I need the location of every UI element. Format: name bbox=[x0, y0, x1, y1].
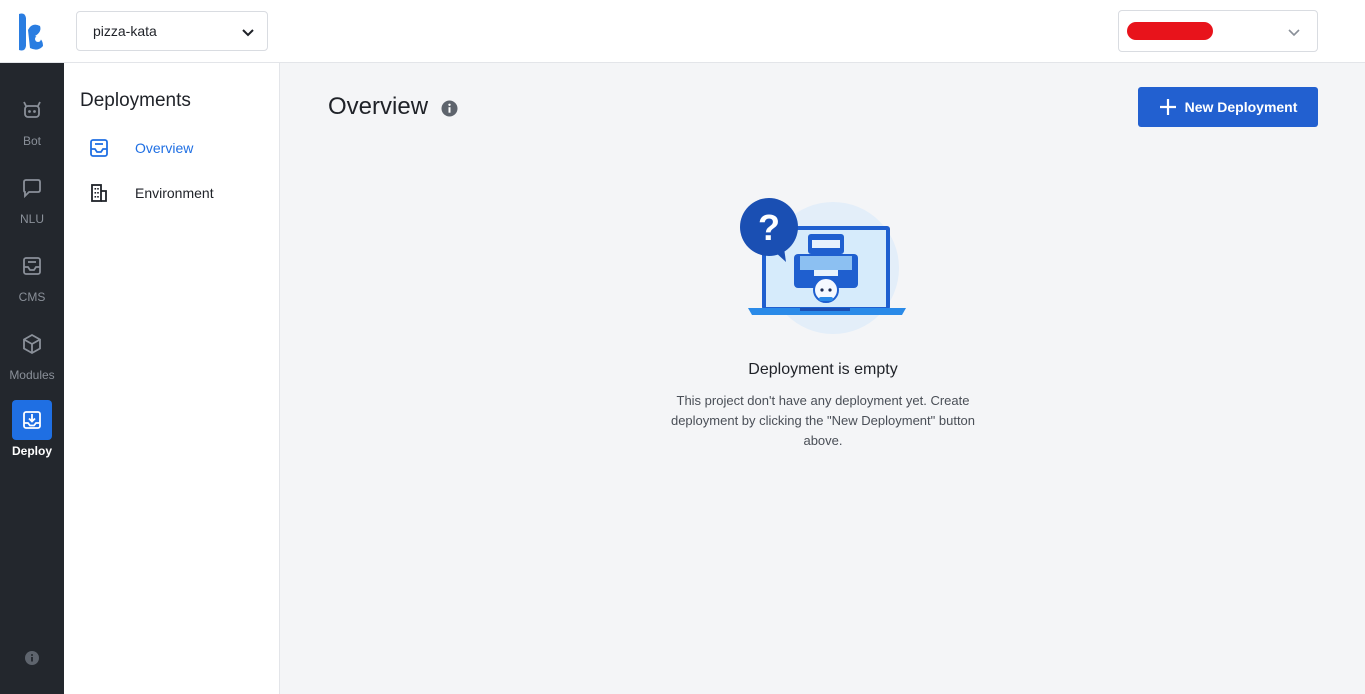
empty-deployment-illustration: ? bbox=[740, 198, 906, 334]
sidebar-item-label: Overview bbox=[135, 140, 194, 156]
rail-item-modules[interactable]: Modules bbox=[0, 324, 64, 394]
new-deployment-label: New Deployment bbox=[1184, 99, 1298, 115]
chevron-down-icon bbox=[1288, 29, 1300, 37]
info-icon[interactable] bbox=[25, 651, 39, 665]
rail-item-label: CMS bbox=[18, 290, 46, 304]
sidebar-item-environment[interactable]: Environment bbox=[80, 179, 270, 207]
sidebar-item-overview[interactable]: Overview bbox=[80, 134, 270, 162]
project-select-value: pizza-kata bbox=[93, 23, 157, 39]
user-menu[interactable] bbox=[1118, 10, 1318, 52]
svg-text:?: ? bbox=[758, 207, 780, 248]
rail-item-bot[interactable]: Bot bbox=[0, 90, 64, 160]
plus-icon bbox=[1159, 99, 1176, 115]
main-navigation-rail: Bot NLU CMS Modules Deploy bbox=[0, 63, 64, 694]
new-deployment-button[interactable]: New Deployment bbox=[1138, 87, 1318, 127]
overview-icon bbox=[90, 139, 108, 157]
rail-item-cms[interactable]: CMS bbox=[0, 246, 64, 316]
rail-item-label: Deploy bbox=[11, 444, 52, 458]
sidebar-item-label: Environment bbox=[135, 185, 214, 201]
deployments-sidebar: Deployments Overview Environment bbox=[64, 63, 280, 694]
empty-state-description: This project don't have any deployment y… bbox=[670, 393, 976, 448]
deploy-icon bbox=[23, 411, 41, 429]
empty-state-title: Deployment is empty bbox=[748, 361, 898, 378]
rail-item-label: Bot bbox=[22, 134, 41, 148]
kata-logo-icon[interactable] bbox=[16, 12, 48, 52]
rail-item-label: NLU bbox=[19, 212, 44, 226]
cube-icon bbox=[23, 333, 41, 355]
info-icon[interactable] bbox=[441, 100, 458, 117]
project-select[interactable]: pizza-kata bbox=[76, 11, 268, 51]
redacted-user-name bbox=[1127, 22, 1213, 40]
sidebar-title: Deployments bbox=[80, 90, 191, 111]
rail-item-label: Modules bbox=[9, 368, 55, 382]
page-title: Overview bbox=[328, 93, 429, 120]
rail-item-deploy[interactable]: Deploy bbox=[0, 400, 64, 470]
building-icon bbox=[91, 184, 107, 202]
rail-item-nlu[interactable]: NLU bbox=[0, 168, 64, 238]
chat-icon bbox=[23, 179, 41, 199]
bot-icon bbox=[23, 101, 41, 118]
top-bar: pizza-kata bbox=[0, 0, 1365, 63]
chevron-down-icon bbox=[242, 29, 254, 37]
inbox-icon bbox=[23, 257, 41, 275]
